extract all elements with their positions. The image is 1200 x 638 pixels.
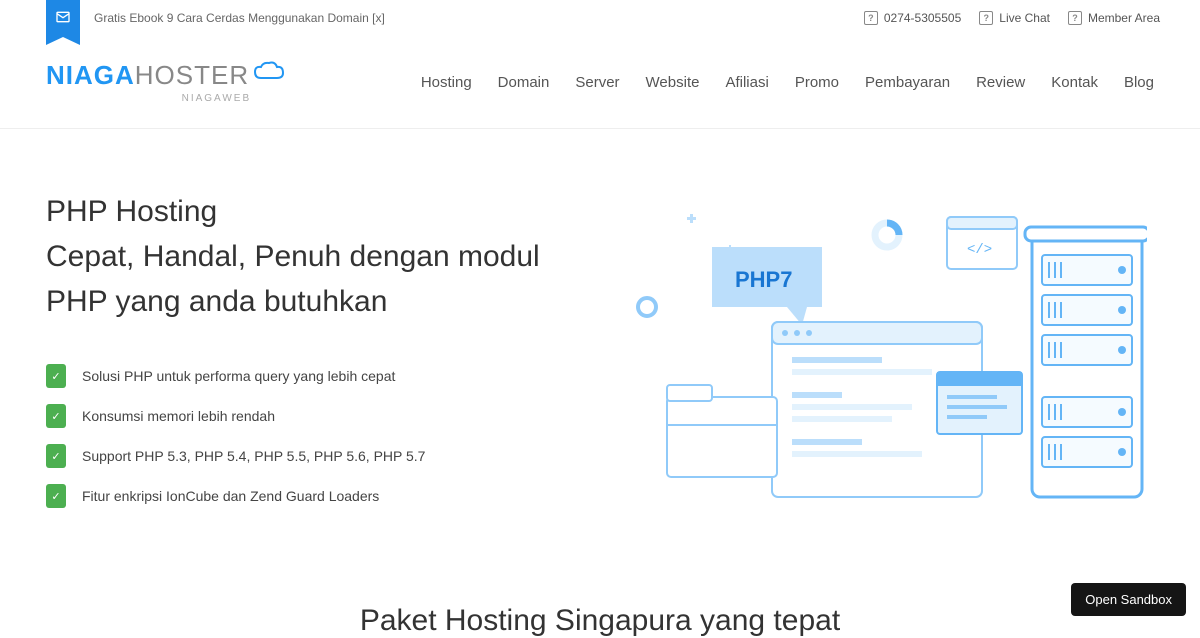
main-header: NIAGAHOSTER NIAGAWEB Hosting Domain Serv… [0, 36, 1200, 129]
member-area-text: Member Area [1088, 11, 1160, 25]
live-chat-link[interactable]: ? Live Chat [979, 11, 1050, 25]
section-title: Paket Hosting Singapura yang tepat [0, 564, 1200, 638]
hero-section: PHP Hosting Cepat, Handal, Penuh dengan … [0, 129, 1200, 564]
topbar-right: ? 0274-5305505 ? Live Chat ? Member Area [864, 11, 1160, 25]
chat-icon: ? [979, 11, 993, 25]
check-icon: ✓ [46, 444, 66, 468]
nav-hosting[interactable]: Hosting [421, 74, 472, 91]
logo-subtitle: NIAGAWEB [46, 93, 287, 104]
hero-title-line2: Cepat, Handal, Penuh dengan modul PHP ya… [46, 240, 540, 318]
hero-illustration: </> PHP7 [620, 189, 1154, 524]
main-nav: Hosting Domain Server Website Afiliasi P… [421, 74, 1154, 91]
server-illustration: </> PHP7 [627, 207, 1147, 507]
check-icon: ✓ [46, 404, 66, 428]
feature-text: Konsumsi memori lebih rendah [82, 408, 275, 424]
promo-ribbon-icon [46, 0, 80, 37]
nav-promo[interactable]: Promo [795, 74, 839, 91]
promo-text: Gratis Ebook 9 Cara Cerdas Menggunakan D… [94, 11, 385, 25]
nav-pembayaran[interactable]: Pembayaran [865, 74, 950, 91]
feature-text: Solusi PHP untuk performa query yang leb… [82, 368, 395, 384]
feature-text: Fitur enkripsi IonCube dan Zend Guard Lo… [82, 488, 379, 504]
feature-item: ✓ Support PHP 5.3, PHP 5.4, PHP 5.5, PHP… [46, 444, 580, 468]
feature-item: ✓ Solusi PHP untuk performa query yang l… [46, 364, 580, 388]
phone-icon: ? [864, 11, 878, 25]
feature-item: ✓ Konsumsi memori lebih rendah [46, 404, 580, 428]
nav-server[interactable]: Server [575, 74, 619, 91]
member-area-link[interactable]: ? Member Area [1068, 11, 1160, 25]
svg-text:</>: </> [967, 242, 992, 258]
feature-list: ✓ Solusi PHP untuk performa query yang l… [46, 364, 580, 508]
nav-kontak[interactable]: Kontak [1051, 74, 1098, 91]
logo[interactable]: NIAGAHOSTER NIAGAWEB [46, 60, 287, 104]
hero-title-line1: PHP Hosting [46, 195, 217, 228]
phone-link[interactable]: ? 0274-5305505 [864, 11, 961, 25]
feature-text: Support PHP 5.3, PHP 5.4, PHP 5.5, PHP 5… [82, 448, 425, 464]
hero-left: PHP Hosting Cepat, Handal, Penuh dengan … [46, 189, 580, 524]
live-chat-text: Live Chat [999, 11, 1050, 25]
nav-blog[interactable]: Blog [1124, 74, 1154, 91]
check-icon: ✓ [46, 364, 66, 388]
nav-domain[interactable]: Domain [498, 74, 550, 91]
feature-item: ✓ Fitur enkripsi IonCube dan Zend Guard … [46, 484, 580, 508]
phone-text: 0274-5305505 [884, 11, 961, 25]
logo-part2: HOSTER [135, 60, 249, 91]
user-icon: ? [1068, 11, 1082, 25]
check-icon: ✓ [46, 484, 66, 508]
topbar-left: Gratis Ebook 9 Cara Cerdas Menggunakan D… [0, 0, 385, 37]
topbar: Gratis Ebook 9 Cara Cerdas Menggunakan D… [0, 0, 1200, 36]
nav-review[interactable]: Review [976, 74, 1025, 91]
cloud-icon [251, 60, 287, 91]
nav-website[interactable]: Website [646, 74, 700, 91]
open-sandbox-button[interactable]: Open Sandbox [1071, 583, 1186, 616]
php-label: PHP7 [735, 267, 792, 292]
logo-part1: NIAGA [46, 60, 135, 91]
hero-title: PHP Hosting Cepat, Handal, Penuh dengan … [46, 189, 580, 324]
nav-afiliasi[interactable]: Afiliasi [725, 74, 768, 91]
